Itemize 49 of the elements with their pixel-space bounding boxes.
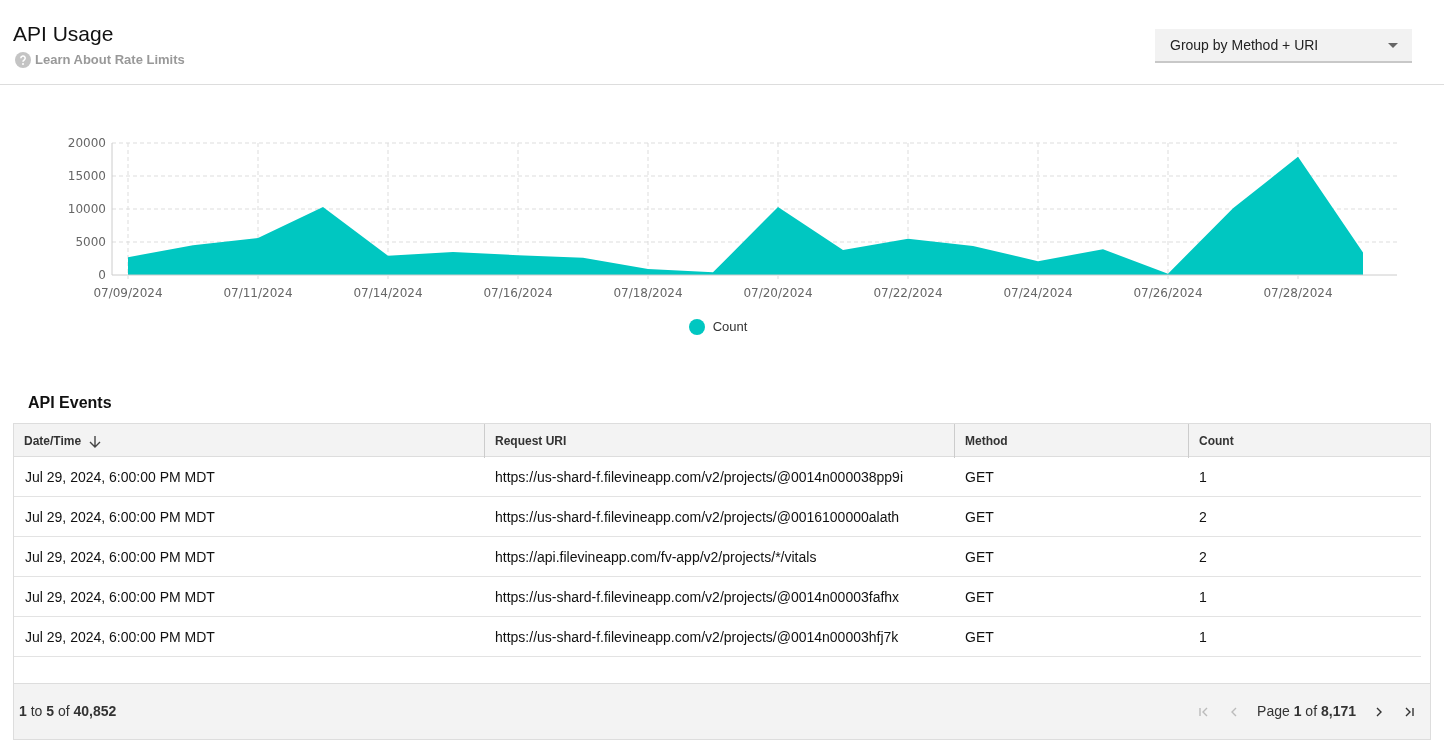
x-axis-label: 07/11/2024 [223, 286, 293, 300]
column-header[interactable]: Method [965, 432, 1008, 450]
x-axis-label: 07/20/2024 [743, 286, 813, 300]
table-cell: GET [965, 548, 994, 565]
x-axis-label: 07/22/2024 [873, 286, 943, 300]
table-cell: https://us-shard-f.filevineapp.com/v2/projects/@0014n00003hfj7k [495, 628, 899, 645]
y-axis-label: 20000 [67, 136, 106, 150]
y-axis-label: 0 [98, 268, 106, 282]
row-count-summary: 1 to 5 of 40,852 [19, 702, 117, 721]
sort-arrow-icon [89, 434, 102, 448]
page-indicator: Page 1 of 8,171 [1257, 702, 1356, 721]
table-cell: https://us-shard-f.filevineapp.com/v2/projects/@0014n000038pp9i [495, 468, 903, 485]
table-cell: GET [965, 628, 994, 645]
table-cell: 1 [1199, 468, 1207, 485]
x-axis-label: 07/24/2024 [1003, 286, 1073, 300]
column-header[interactable]: Date/Time [24, 432, 102, 450]
x-axis-label: 07/14/2024 [353, 286, 423, 300]
help-icon [15, 51, 31, 68]
last-page-chevron-icon [1403, 705, 1415, 718]
table-cell: 1 [1199, 588, 1207, 605]
section-title: API Events [28, 393, 113, 413]
y-axis-label: 15000 [67, 169, 106, 183]
table-cell: https://us-shard-f.filevineapp.com/v2/projects/@0016100000alath [495, 508, 900, 525]
column-header[interactable]: Request URI [495, 432, 567, 450]
x-axis-label: 07/18/2024 [613, 286, 683, 300]
caret-icon [1388, 42, 1398, 48]
x-axis-label: 07/09/2024 [93, 286, 163, 300]
table-cell: GET [965, 468, 994, 485]
table-cell: GET [965, 588, 994, 605]
x-axis-label: 07/16/2024 [483, 286, 553, 300]
table-cell: Jul 29, 2024, 6:00:00 PM MDT [25, 548, 215, 565]
x-axis-label: 07/26/2024 [1133, 286, 1203, 300]
x-axis-label: 07/28/2024 [1263, 286, 1333, 300]
table-cell: Jul 29, 2024, 6:00:00 PM MDT [25, 508, 215, 525]
page-title: API Usage [13, 21, 115, 47]
table-cell: 2 [1199, 508, 1207, 525]
table-cell: Jul 29, 2024, 6:00:00 PM MDT [25, 468, 215, 485]
y-axis-label: 5000 [75, 235, 106, 249]
group-by-dropdown[interactable]: Group by Method + URI [1155, 29, 1412, 63]
column-header[interactable]: Count [1199, 432, 1234, 450]
table-cell: GET [965, 508, 994, 525]
y-axis-label: 10000 [67, 202, 106, 216]
table-cell: https://api.filevineapp.com/fv-app/v2/projects/*/vitals [495, 548, 817, 565]
table-cell: Jul 29, 2024, 6:00:00 PM MDT [25, 588, 215, 605]
legend-label: Count [712, 318, 748, 337]
table-cell: 2 [1199, 548, 1207, 565]
table-cell: https://us-shard-f.filevineapp.com/v2/projects/@0014n00003fafhx [495, 588, 900, 605]
table-cell: 1 [1199, 628, 1207, 645]
table-cell: Jul 29, 2024, 6:00:00 PM MDT [25, 628, 215, 645]
